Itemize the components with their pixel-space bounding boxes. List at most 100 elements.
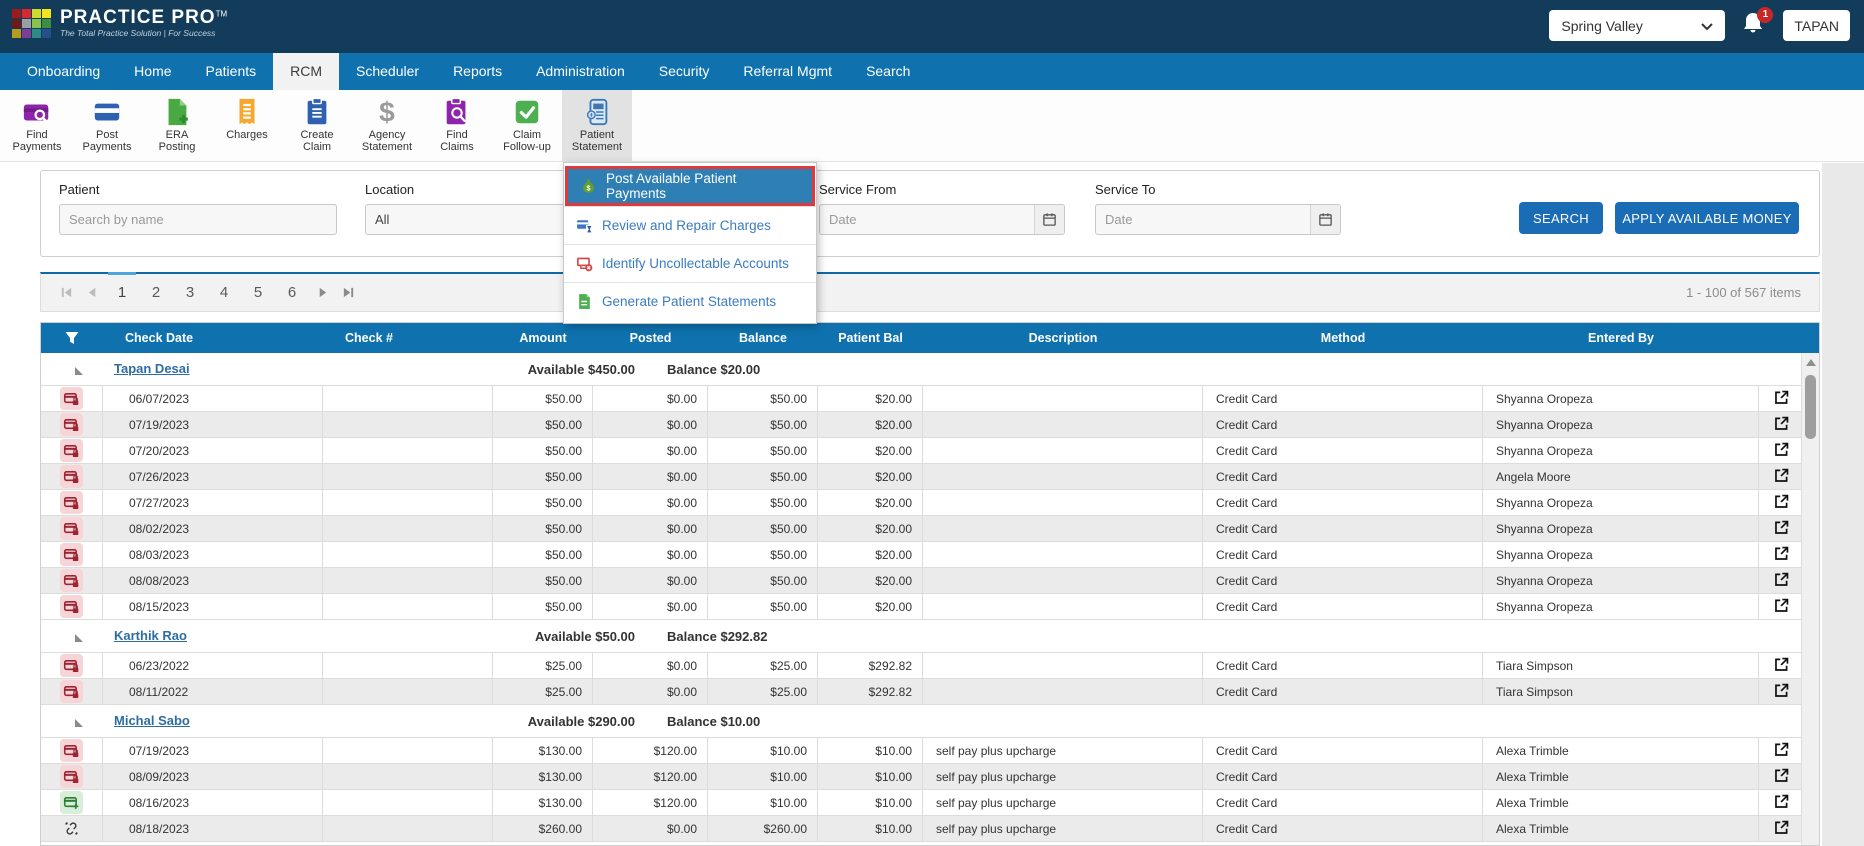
calendar-icon[interactable] — [1310, 205, 1340, 234]
group-collapse-icon[interactable] — [75, 367, 83, 375]
table-row: 08/02/2023 $50.00 $0.00 $50.00 $20.00 Credit … — [41, 516, 1803, 542]
cell-posted: $120.00 — [593, 790, 708, 815]
nav-item-onboarding[interactable]: Onboarding — [10, 53, 117, 90]
grid-scrollbar[interactable] — [1801, 353, 1819, 845]
notifications-button[interactable]: 1 — [1741, 6, 1774, 41]
open-payment-button[interactable] — [1759, 679, 1803, 704]
menu-item-identify-uncollectable-accounts[interactable]: Identify Uncollectable Accounts — [564, 244, 816, 282]
patient-name-link[interactable]: Karthik Rao — [114, 628, 187, 643]
group-balance-amount: Balance $20.00 — [667, 362, 761, 377]
nav-item-rcm[interactable]: RCM — [273, 53, 340, 90]
pagination-last-button[interactable] — [335, 274, 361, 312]
open-in-new-icon — [1773, 767, 1790, 787]
toolbar-item-patient-statement[interactable]: Patient Statement — [562, 90, 632, 161]
location-selector[interactable]: Spring Valley — [1549, 10, 1726, 41]
page-button-4[interactable]: 4 — [210, 274, 238, 312]
nav-item-home[interactable]: Home — [117, 53, 188, 90]
open-payment-button[interactable] — [1759, 490, 1803, 515]
pagination-prev-button[interactable] — [79, 274, 105, 312]
service-to-date-input[interactable]: Date — [1095, 204, 1341, 235]
menu-item-post-available-patient-payments[interactable]: $ Post Available Patient Payments — [565, 166, 815, 206]
open-payment-button[interactable] — [1759, 516, 1803, 541]
page-button-2[interactable]: 2 — [142, 274, 170, 312]
table-row: 08/15/2023 $50.00 $0.00 $50.00 $20.00 Credit … — [41, 594, 1803, 620]
patient-search-input[interactable] — [59, 204, 337, 235]
nav-item-search[interactable]: Search — [849, 53, 927, 90]
toolbar-item-post-payments[interactable]: Post Payments — [72, 90, 142, 161]
nav-item-reports[interactable]: Reports — [436, 53, 519, 90]
col-header-patient-bal[interactable]: Patient Bal — [818, 323, 923, 353]
page-button-1[interactable]: 1 — [108, 271, 136, 310]
patient-name-link[interactable]: Tapan Desai — [114, 361, 190, 376]
scroll-up-arrow-icon[interactable] — [1806, 359, 1816, 366]
cell-status — [41, 738, 103, 763]
apply-available-money-button[interactable]: APPLY AVAILABLE MONEY — [1615, 202, 1799, 234]
calendar-icon[interactable] — [1034, 205, 1064, 234]
menu-item-review-and-repair-charges[interactable]: Review and Repair Charges — [564, 206, 816, 244]
menu-item-generate-patient-statements[interactable]: Generate Patient Statements — [564, 282, 816, 320]
open-payment-button[interactable] — [1759, 464, 1803, 489]
page-button-5[interactable]: 5 — [244, 274, 272, 312]
toolbar-item-agency-statement[interactable]: $ Agency Statement — [352, 90, 422, 161]
open-payment-button[interactable] — [1759, 738, 1803, 763]
cell-check-number — [323, 542, 493, 567]
open-payment-button[interactable] — [1759, 594, 1803, 619]
open-in-new-icon — [1773, 656, 1790, 676]
open-payment-button[interactable] — [1759, 568, 1803, 593]
open-payment-button[interactable] — [1759, 816, 1803, 841]
open-payment-button[interactable] — [1759, 653, 1803, 678]
open-in-new-icon — [1773, 741, 1790, 761]
open-payment-button[interactable] — [1759, 542, 1803, 567]
patient-name-link[interactable]: Michal Sabo — [114, 713, 190, 728]
col-header-description[interactable]: Description — [923, 323, 1203, 353]
nav-item-administration[interactable]: Administration — [519, 53, 642, 90]
col-header-amount[interactable]: Amount — [493, 323, 593, 353]
nav-item-scheduler[interactable]: Scheduler — [339, 53, 436, 90]
cell-method: Credit Card — [1203, 386, 1483, 411]
toolbar-item-charges[interactable]: Charges — [212, 90, 282, 161]
logo-square — [32, 18, 41, 28]
col-header-balance[interactable]: Balance — [708, 323, 818, 353]
toolbar-item-era-posting[interactable]: ERA Posting — [142, 90, 212, 161]
open-payment-button[interactable] — [1759, 438, 1803, 463]
cell-patient-bal: $10.00 — [818, 790, 923, 815]
open-payment-button[interactable] — [1759, 764, 1803, 789]
cell-patient-bal: $20.00 — [818, 386, 923, 411]
cell-description: self pay plus upcharge — [923, 816, 1203, 841]
cell-entered-by: Alexa Trimble — [1483, 764, 1759, 789]
service-to-placeholder: Date — [1105, 212, 1133, 227]
col-header-check[interactable]: Check # — [323, 323, 493, 353]
open-payment-button[interactable] — [1759, 386, 1803, 411]
service-from-date-input[interactable]: Date — [819, 204, 1065, 235]
pagination-first-button[interactable] — [53, 274, 79, 312]
search-button[interactable]: SEARCH — [1519, 202, 1603, 234]
col-header-posted[interactable]: Posted — [593, 323, 708, 353]
nav-item-referral-mgmt[interactable]: Referral Mgmt — [726, 53, 849, 90]
col-header-method[interactable]: Method — [1203, 323, 1483, 353]
filter-funnel-icon[interactable] — [64, 330, 80, 346]
svg-text:$: $ — [379, 97, 395, 127]
user-menu-button[interactable]: TAPAN — [1783, 10, 1850, 41]
open-in-new-icon — [1773, 793, 1790, 813]
pagination-next-button[interactable] — [309, 274, 335, 312]
page-button-6[interactable]: 6 — [278, 274, 306, 312]
cell-method: Credit Card — [1203, 464, 1483, 489]
nav-item-security[interactable]: Security — [642, 53, 727, 90]
open-in-new-icon — [1773, 415, 1790, 435]
open-payment-button[interactable] — [1759, 412, 1803, 437]
group-collapse-icon[interactable] — [75, 634, 83, 642]
toolbar-item-find-payments[interactable]: Find Payments — [2, 90, 72, 161]
toolbar-item-find-claims[interactable]: Find Claims — [422, 90, 492, 161]
col-header-check-date[interactable]: Check Date — [103, 323, 323, 353]
logo-square — [22, 28, 31, 38]
group-collapse-icon[interactable] — [75, 719, 83, 727]
cell-check-date: 07/26/2023 — [103, 464, 323, 489]
card-locked-icon — [60, 465, 83, 488]
scroll-thumb[interactable] — [1805, 375, 1816, 439]
toolbar-item-create-claim[interactable]: Create Claim — [282, 90, 352, 161]
nav-item-patients[interactable]: Patients — [189, 53, 274, 90]
toolbar-item-claim-follow-up[interactable]: Claim Follow-up — [492, 90, 562, 161]
col-header-entered-by[interactable]: Entered By — [1483, 323, 1759, 353]
page-button-3[interactable]: 3 — [176, 274, 204, 312]
open-payment-button[interactable] — [1759, 790, 1803, 815]
